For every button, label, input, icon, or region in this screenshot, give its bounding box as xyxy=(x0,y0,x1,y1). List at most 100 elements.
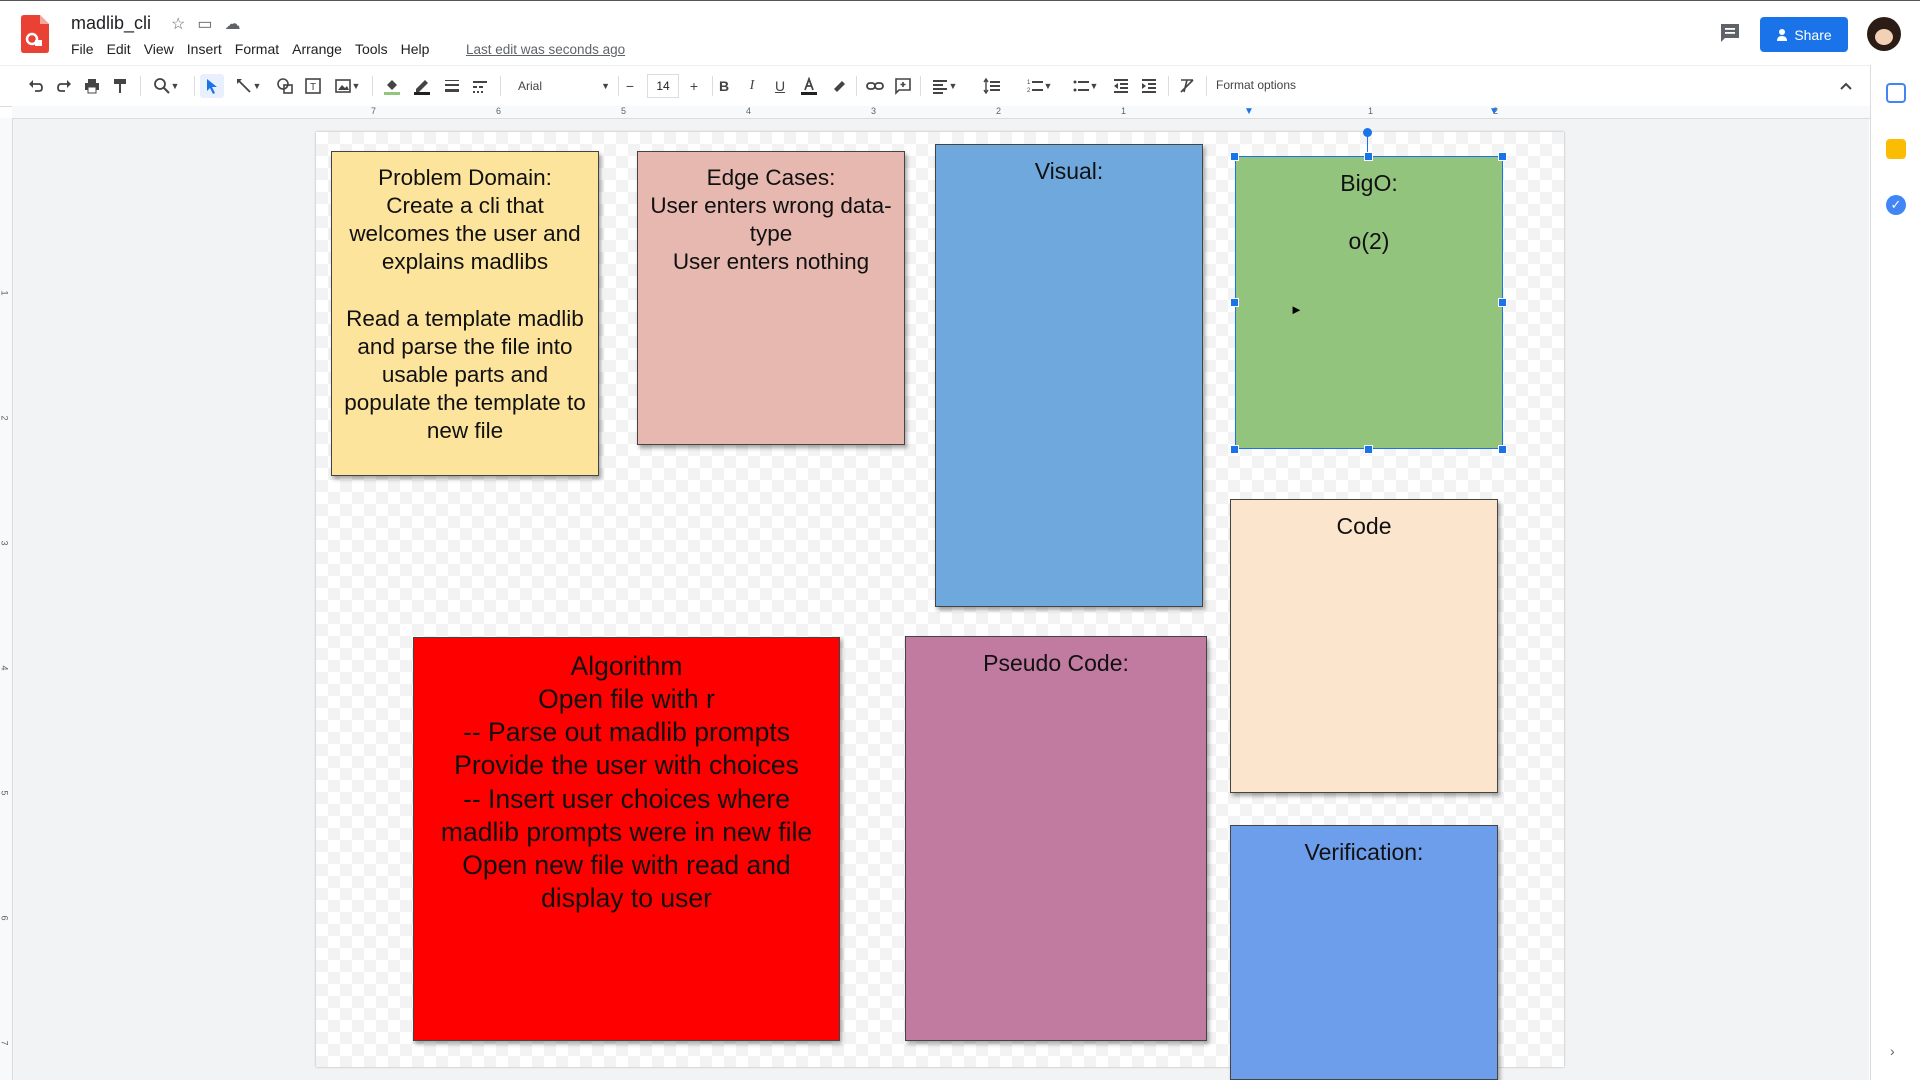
bigo-box[interactable]: BigO: o(2) xyxy=(1235,156,1503,449)
menu-format[interactable]: Format xyxy=(235,41,279,57)
bold-icon[interactable]: B xyxy=(714,74,734,98)
share-button-label: Share xyxy=(1794,26,1832,43)
slides-logo[interactable] xyxy=(21,15,49,53)
text-box-icon[interactable]: T xyxy=(302,74,324,98)
menu-tools[interactable]: Tools xyxy=(355,41,388,57)
border-dash-icon[interactable] xyxy=(468,74,492,98)
ruler-number: 7 xyxy=(0,1040,10,1046)
move-folder-icon[interactable]: ▭ xyxy=(197,14,212,34)
shape-icon[interactable] xyxy=(274,74,296,98)
ruler-number: 7 xyxy=(371,106,377,116)
verification-box[interactable]: Verification: xyxy=(1230,825,1498,1080)
indent-marker-icon[interactable]: ▼ xyxy=(1489,106,1499,117)
menu-arrange[interactable]: Arrange xyxy=(292,41,342,57)
keep-icon[interactable] xyxy=(1886,139,1906,159)
last-edit-link[interactable]: Last edit was seconds ago xyxy=(466,42,625,57)
ruler-number: 2 xyxy=(0,415,10,421)
bulleted-list-icon[interactable]: ▼ xyxy=(1066,74,1104,98)
italic-icon[interactable]: I xyxy=(742,74,762,98)
border-weight-icon[interactable] xyxy=(440,74,464,98)
resize-handle[interactable] xyxy=(1498,298,1507,307)
resize-handle[interactable] xyxy=(1230,152,1239,161)
svg-text:T: T xyxy=(310,82,316,93)
zoom-icon[interactable]: ▼ xyxy=(148,74,184,98)
collapse-icon[interactable] xyxy=(1836,74,1856,98)
avatar[interactable] xyxy=(1867,17,1901,51)
fill-color-icon[interactable] xyxy=(380,74,404,98)
redo-icon[interactable] xyxy=(54,74,74,98)
ruler-number: 5 xyxy=(621,106,627,116)
clear-formatting-icon[interactable] xyxy=(1176,74,1198,98)
font-select[interactable]: Arial ▼ xyxy=(512,76,610,96)
star-icon[interactable]: ☆ xyxy=(171,14,185,34)
resize-handle[interactable] xyxy=(1230,445,1239,454)
menu-edit[interactable]: Edit xyxy=(107,41,131,57)
pseudo-code-box[interactable]: Pseudo Code: xyxy=(905,636,1207,1041)
print-icon[interactable] xyxy=(82,74,102,98)
app-header: madlib_cli ☆ ▭ ☁ File Edit View Insert F… xyxy=(0,0,1920,66)
comment-add-icon[interactable] xyxy=(892,74,914,98)
tasks-icon[interactable]: ✓ xyxy=(1886,195,1906,215)
cloud-saved-icon[interactable]: ☁ xyxy=(224,14,240,34)
menu-help[interactable]: Help xyxy=(401,41,430,57)
rotate-handle[interactable] xyxy=(1363,128,1372,137)
edge-cases-box[interactable]: Edge Cases: User enters wrong data-type … xyxy=(637,151,905,445)
highlight-icon[interactable] xyxy=(828,74,850,98)
code-box[interactable]: Code xyxy=(1230,499,1498,793)
ruler-number: 6 xyxy=(496,106,502,116)
decrease-indent-icon[interactable] xyxy=(1110,74,1132,98)
line-spacing-icon[interactable] xyxy=(980,74,1004,98)
ruler-number: 5 xyxy=(0,790,10,796)
expand-panel-icon[interactable]: › xyxy=(1890,1043,1895,1059)
resize-handle[interactable] xyxy=(1498,152,1507,161)
paint-format-icon[interactable] xyxy=(110,74,130,98)
vertical-ruler: 1 2 3 4 5 6 7 xyxy=(0,118,13,1080)
undo-icon[interactable] xyxy=(26,74,46,98)
share-button[interactable]: Share xyxy=(1760,17,1848,52)
svg-text:1: 1 xyxy=(1027,80,1031,86)
select-icon[interactable] xyxy=(200,74,224,98)
calendar-icon[interactable] xyxy=(1886,83,1906,103)
border-color-icon[interactable] xyxy=(410,74,434,98)
link-icon[interactable] xyxy=(864,74,886,98)
problem-domain-box[interactable]: Problem Domain: Create a cli that welcom… xyxy=(331,151,599,476)
svg-text:2: 2 xyxy=(1027,88,1031,94)
numbered-list-icon[interactable]: 1 2 ▼ xyxy=(1020,74,1058,98)
ruler-number: 1 xyxy=(0,290,10,296)
ruler-number: 4 xyxy=(746,106,752,116)
ruler-number: 3 xyxy=(0,540,10,546)
side-panel: ✓ › xyxy=(1870,65,1920,1080)
resize-handle[interactable] xyxy=(1498,445,1507,454)
comments-icon[interactable] xyxy=(1718,21,1742,45)
lock-icon xyxy=(1777,28,1788,41)
increase-font-size-button[interactable]: + xyxy=(684,74,704,98)
visual-box[interactable]: Visual: xyxy=(935,144,1203,607)
resize-handle[interactable] xyxy=(1230,298,1239,307)
title-actions: ☆ ▭ ☁ xyxy=(171,14,240,34)
increase-indent-icon[interactable] xyxy=(1138,74,1160,98)
underline-icon[interactable]: U xyxy=(770,74,790,98)
ruler-number: 1 xyxy=(1368,106,1374,116)
algorithm-box[interactable]: Algorithm Open file with r -- Parse out … xyxy=(413,637,840,1041)
format-options-button[interactable]: Format options xyxy=(1216,78,1296,92)
toolbar: ▼ ▼ T ▼ Arial ▼ − 14 + B I U ▼ 1 2 ▼ ▼ Form… xyxy=(0,65,1870,107)
document-title[interactable]: madlib_cli xyxy=(71,13,151,34)
ruler-number: 2 xyxy=(996,106,1002,116)
indent-marker-icon[interactable]: ▼ xyxy=(1244,106,1254,117)
align-icon[interactable]: ▼ xyxy=(926,74,962,98)
image-icon[interactable]: ▼ xyxy=(330,74,364,98)
font-size-input[interactable]: 14 xyxy=(647,74,679,98)
resize-handle[interactable] xyxy=(1364,152,1373,161)
line-icon[interactable]: ▼ xyxy=(230,74,266,98)
menu-view[interactable]: View xyxy=(144,41,174,57)
menu-insert[interactable]: Insert xyxy=(187,41,222,57)
cursor-icon: ► xyxy=(1290,302,1303,317)
menu-file[interactable]: File xyxy=(71,41,94,57)
ruler-number: 4 xyxy=(0,665,10,671)
text-color-icon[interactable] xyxy=(798,74,820,98)
horizontal-ruler: 7 6 5 4 3 2 1 1 2 ▼ ▼ xyxy=(12,106,1870,119)
menu-bar: File Edit View Insert Format Arrange Too… xyxy=(71,41,429,57)
decrease-font-size-button[interactable]: − xyxy=(620,74,640,98)
ruler-number: 3 xyxy=(871,106,877,116)
resize-handle[interactable] xyxy=(1364,445,1373,454)
